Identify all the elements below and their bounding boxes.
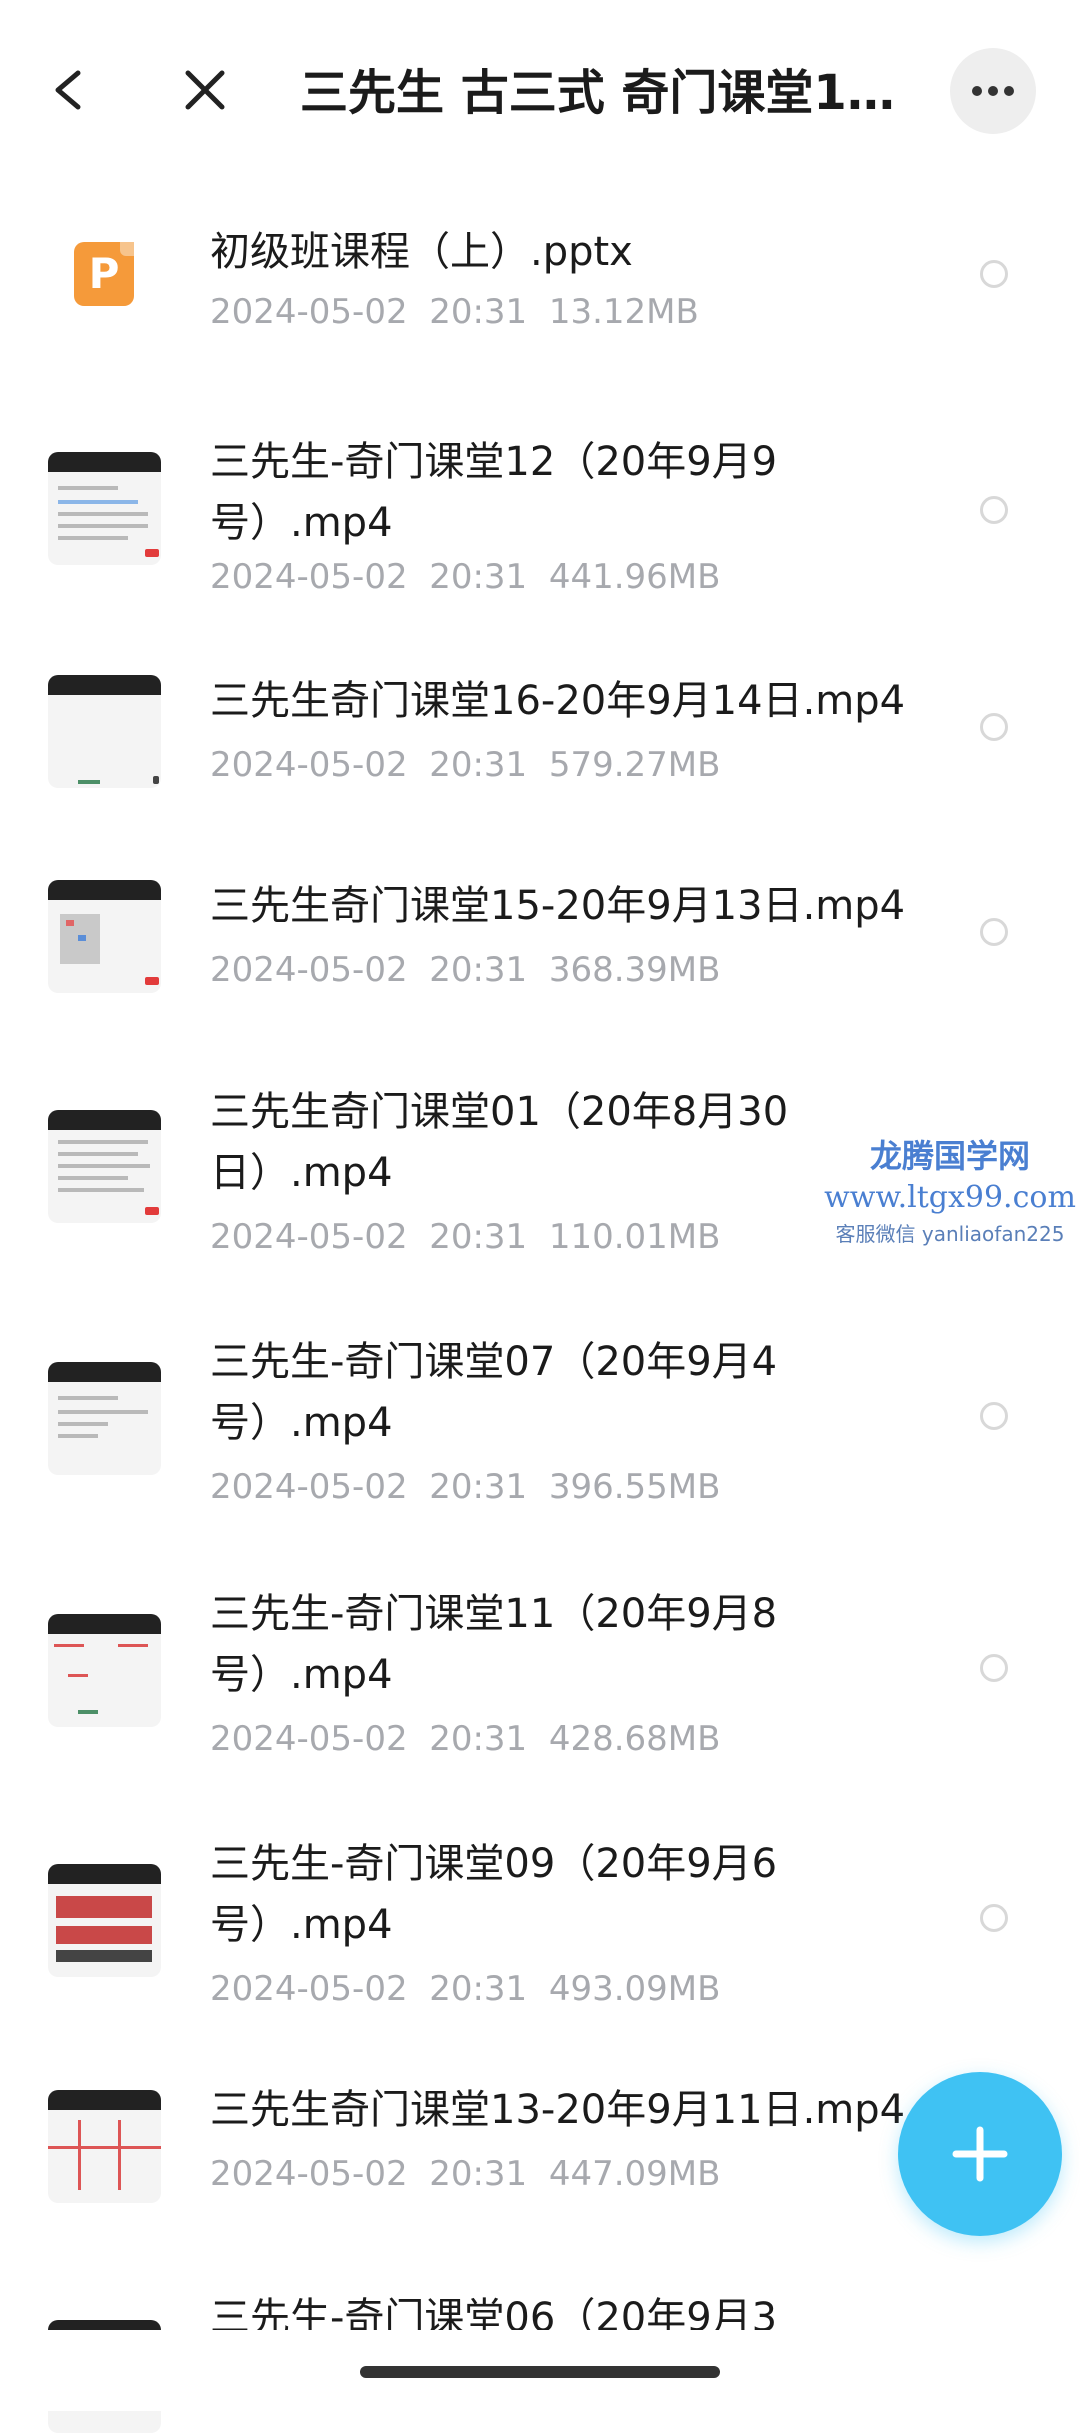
home-indicator [360, 2366, 720, 2378]
file-name: 初级班课程（上）.pptx [210, 229, 633, 275]
file-meta: 2024-05-02 20:31 579.27MB [210, 743, 720, 787]
file-meta: 2024-05-02 20:31 493.09MB [210, 1967, 720, 2011]
file-date: 2024-05-02 20:31 [210, 1217, 528, 1257]
video-thumbnail [48, 675, 161, 788]
file-meta: 2024-05-02 20:31 368.39MB [210, 948, 720, 992]
file-size: 368.39MB [548, 950, 721, 990]
file-name: 三先生-奇门课堂12（20年9月9号）.mp4 [210, 439, 778, 546]
chevron-left-icon[interactable] [40, 55, 100, 125]
file-size: 428.68MB [548, 1719, 721, 1759]
select-radio[interactable] [980, 1904, 1008, 1932]
select-radio[interactable] [980, 713, 1008, 741]
plus-icon [952, 2126, 1008, 2182]
file-date: 2024-05-02 20:31 [210, 1969, 528, 2009]
file-date: 2024-05-02 20:31 [210, 2154, 528, 2194]
file-name: 三先生奇门课堂01（20年8月30日）.mp4 [210, 1089, 789, 1196]
file-size: 13.12MB [548, 292, 699, 332]
select-radio[interactable] [980, 496, 1008, 524]
select-radio[interactable] [980, 918, 1008, 946]
file-meta: 2024-05-02 20:31 396.55MB [210, 1465, 720, 1509]
file-date: 2024-05-02 20:31 [210, 745, 528, 785]
file-name: 三先生奇门课堂16-20年9月14日.mp4 [210, 678, 906, 724]
file-meta: 2024-05-02 20:31 447.09MB [210, 2152, 720, 2196]
pptx-file-icon: P [74, 242, 134, 306]
watermark: 龙腾国学网 www.ltgx99.com 客服微信 yanliaofan225 [820, 1135, 1080, 1249]
video-thumbnail [48, 2090, 161, 2203]
watermark-title: 龙腾国学网 [869, 1137, 1030, 1175]
file-name: 三先生-奇门课堂07（20年9月4号）.mp4 [210, 1339, 778, 1446]
select-radio[interactable] [980, 1654, 1008, 1682]
select-radio[interactable] [980, 260, 1008, 288]
add-button[interactable] [898, 2072, 1062, 2236]
file-name: 三先生-奇门课堂09（20年9月6号）.mp4 [210, 1841, 778, 1948]
file-size: 441.96MB [548, 557, 721, 597]
file-meta: 2024-05-02 20:31 428.68MB [210, 1717, 720, 1761]
video-thumbnail [48, 1864, 161, 1977]
select-radio[interactable] [980, 1402, 1008, 1430]
file-size: 493.09MB [548, 1969, 721, 2009]
video-thumbnail [48, 1110, 161, 1223]
close-icon[interactable] [170, 55, 240, 125]
file-date: 2024-05-02 20:31 [210, 1467, 528, 1507]
file-date: 2024-05-02 20:31 [210, 292, 528, 332]
file-date: 2024-05-02 20:31 [210, 1719, 528, 1759]
file-date: 2024-05-02 20:31 [210, 557, 528, 597]
watermark-contact: 客服微信 yanliaofan225 [835, 1222, 1065, 1246]
file-meta: 2024-05-02 20:31 13.12MB [210, 290, 699, 334]
file-name: 三先生奇门课堂13-20年9月11日.mp4 [210, 2087, 906, 2133]
file-size: 110.01MB [548, 1217, 721, 1257]
video-thumbnail [48, 880, 161, 993]
file-meta: 2024-05-02 20:31 110.01MB [210, 1215, 720, 1259]
file-meta: 2024-05-02 20:31 441.96MB [210, 555, 720, 599]
video-thumbnail [48, 1362, 161, 1475]
file-size: 579.27MB [548, 745, 721, 785]
file-size: 447.09MB [548, 2154, 721, 2194]
video-thumbnail [48, 452, 161, 565]
top-bar: 三先生 古三式 奇门课堂16... [0, 0, 1080, 185]
file-name: 三先生奇门课堂15-20年9月13日.mp4 [210, 883, 906, 929]
file-name: 三先生-奇门课堂11（20年9月8号）.mp4 [210, 1591, 778, 1698]
watermark-url: www.ltgx99.com [824, 1180, 1076, 1215]
page-title: 三先生 古三式 奇门课堂16... [300, 65, 900, 121]
more-horizontal-icon[interactable] [950, 48, 1036, 134]
video-thumbnail [48, 1614, 161, 1727]
file-date: 2024-05-02 20:31 [210, 950, 528, 990]
file-size: 396.55MB [548, 1467, 721, 1507]
